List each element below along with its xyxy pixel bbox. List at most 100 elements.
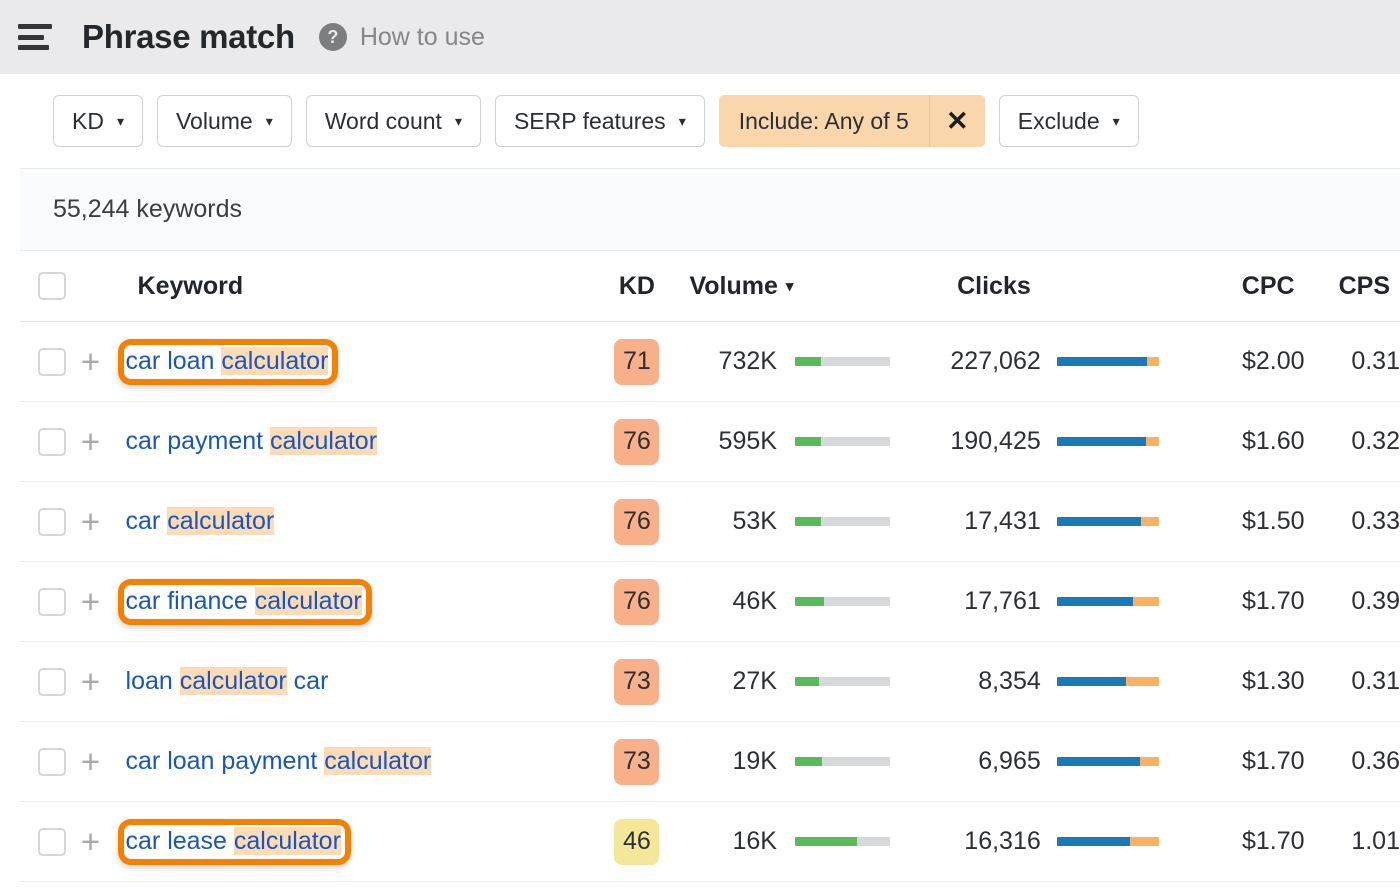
filter-serp-features-label: SERP features [514, 108, 666, 135]
row-checkbox[interactable] [38, 588, 66, 616]
clicks-cell: 8,354 [909, 642, 1041, 722]
column-header-kd[interactable]: KD [598, 251, 675, 322]
filter-kd-label: KD [72, 108, 104, 135]
column-header-keyword[interactable]: Keyword [126, 251, 599, 322]
keyword-cell: car lease calculator [126, 802, 599, 882]
add-keyword-icon[interactable]: + [81, 722, 126, 802]
keyword-text-plain: car payment [126, 427, 271, 455]
add-keyword-icon[interactable]: + [81, 402, 126, 482]
table-row[interactable]: +car payment calculator76595K190,425$1.6… [20, 402, 1400, 482]
volume-bar-fill [795, 517, 821, 526]
clicks-bar [1057, 837, 1159, 846]
table-row[interactable]: +loan calculator car7327K8,354$1.300.31 [20, 642, 1400, 722]
how-to-use-link[interactable]: ? How to use [319, 23, 485, 52]
column-header-volume[interactable]: Volume▾ [675, 251, 908, 322]
cps-cell: 0.31 [1305, 642, 1400, 722]
keyword-cell: car loan calculator [126, 322, 599, 402]
volume-bar [795, 517, 890, 526]
cps-value: 0.31 [1351, 347, 1400, 375]
row-checkbox[interactable] [38, 668, 66, 696]
keyword-link[interactable]: car loan payment calculator [126, 747, 432, 775]
cpc-value: $1.30 [1242, 667, 1305, 695]
close-icon[interactable]: ✕ [930, 95, 985, 147]
kd-cell: 76 [598, 562, 675, 642]
keyword-link[interactable]: car calculator [126, 507, 275, 535]
kd-badge: 71 [614, 339, 659, 385]
keyword-link[interactable]: car loan calculator [126, 347, 329, 375]
column-header-cps[interactable]: CPS [1305, 251, 1400, 322]
cpc-cell: $2.00 [1183, 322, 1305, 402]
volume-bar [795, 437, 890, 446]
filter-kd-button[interactable]: KD ▾ [53, 95, 143, 147]
keyword-link[interactable]: car finance calculator [126, 587, 362, 615]
clicks-bar-cell [1041, 722, 1183, 802]
volume-value: 53K [732, 507, 776, 535]
table-row[interactable]: +car lease calculator4616K16,316$1.701.0… [20, 802, 1400, 882]
keyword-link[interactable]: loan calculator car [126, 667, 329, 695]
volume-bar-cell [777, 802, 909, 882]
filter-exclude-button[interactable]: Exclude ▾ [999, 95, 1139, 147]
table-row[interactable]: +car loan calculator 71 732K 227,062 $2.00 0.… [20, 322, 1400, 402]
keyword-cell: car calculator [126, 482, 599, 562]
volume-bar [795, 597, 890, 606]
clicks-value: 227,062 [950, 347, 1040, 375]
volume-bar-fill [795, 757, 822, 766]
clicks-bar-fill [1057, 757, 1141, 766]
cps-value: 0.33 [1351, 507, 1400, 535]
filter-exclude-label: Exclude [1018, 108, 1100, 135]
chevron-down-icon: ▾ [1113, 114, 1120, 128]
volume-bar-fill [795, 357, 821, 366]
clicks-bar [1057, 597, 1159, 606]
row-select-cell [20, 402, 81, 482]
keyword-link[interactable]: car payment calculator [126, 427, 378, 455]
hamburger-menu-icon[interactable] [18, 24, 52, 50]
filter-volume-button[interactable]: Volume ▾ [157, 95, 292, 147]
filter-serp-features-button[interactable]: SERP features ▾ [495, 95, 705, 147]
column-header-clicks[interactable]: Clicks [909, 251, 1041, 322]
kd-badge: 76 [614, 419, 659, 465]
cps-cell: 1.01 [1305, 802, 1400, 882]
volume-bar [795, 677, 890, 686]
clicks-bar-cell [1041, 482, 1183, 562]
cpc-cell: $1.70 [1183, 722, 1305, 802]
table-row[interactable]: +car calculator7653K17,431$1.500.33 [20, 482, 1400, 562]
row-checkbox[interactable] [38, 348, 66, 376]
cps-cell: 0.31 [1305, 322, 1400, 402]
volume-value: 19K [732, 747, 776, 775]
keyword-link[interactable]: car lease calculator [126, 827, 341, 855]
volume-cell: 53K [675, 482, 776, 562]
kd-cell: 71 [598, 322, 675, 402]
row-select-cell [20, 642, 81, 722]
add-keyword-icon[interactable]: + [81, 482, 126, 562]
keyword-text-plain: loan [126, 667, 180, 695]
filter-volume-label: Volume [176, 108, 253, 135]
row-checkbox[interactable] [38, 828, 66, 856]
volume-cell: 27K [675, 642, 776, 722]
filter-word-count-button[interactable]: Word count ▾ [306, 95, 481, 147]
keyword-text-tail: car [287, 667, 329, 695]
clicks-bar [1057, 677, 1159, 686]
add-keyword-icon[interactable]: + [81, 802, 126, 882]
add-keyword-icon[interactable]: + [81, 562, 126, 642]
volume-bar-fill [795, 597, 824, 606]
table-row[interactable]: +car finance calculator7646K17,761$1.700… [20, 562, 1400, 642]
clicks-value: 6,965 [978, 747, 1041, 775]
row-checkbox[interactable] [38, 428, 66, 456]
filter-include-active[interactable]: Include: Any of 5 ✕ [719, 95, 985, 147]
table-row[interactable]: +car loan payment calculator7319K6,965$1… [20, 722, 1400, 802]
keyword-text-highlight: calculator [270, 427, 377, 455]
cpc-cell: $1.60 [1183, 402, 1305, 482]
row-checkbox[interactable] [38, 508, 66, 536]
volume-value: 732K [719, 347, 777, 375]
clicks-bar-fill [1057, 597, 1134, 606]
column-header-cpc[interactable]: CPC [1183, 251, 1305, 322]
keyword-text-plain: car loan [126, 347, 222, 375]
volume-bar [795, 757, 890, 766]
clicks-cell: 227,062 [909, 322, 1041, 402]
add-keyword-icon[interactable]: + [81, 322, 126, 402]
chevron-down-icon: ▾ [117, 114, 124, 128]
add-keyword-icon[interactable]: + [81, 642, 126, 722]
row-checkbox[interactable] [38, 748, 66, 776]
select-all-checkbox[interactable] [38, 272, 66, 300]
filter-word-count-label: Word count [325, 108, 442, 135]
